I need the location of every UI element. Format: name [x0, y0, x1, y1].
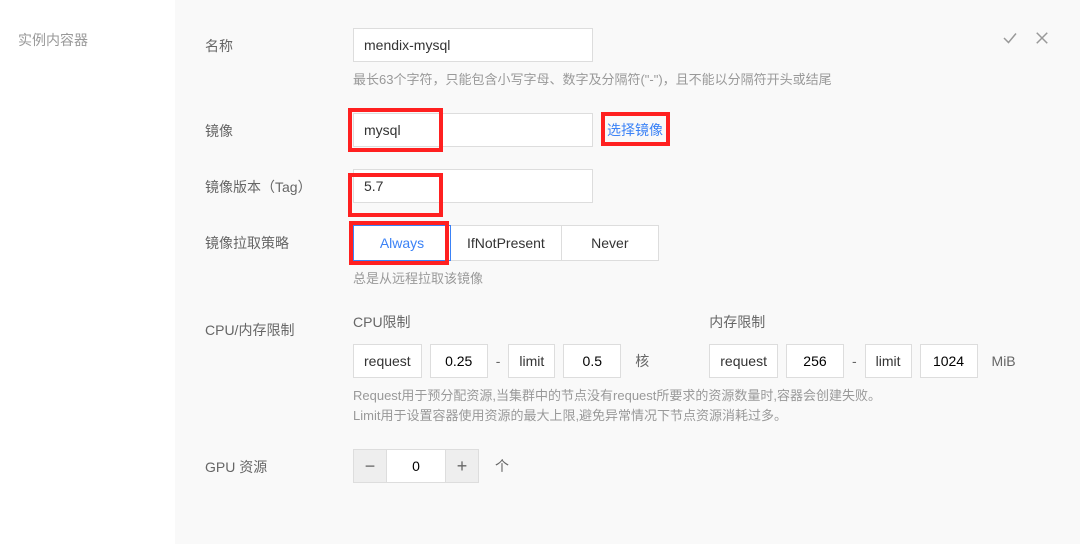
cpu-limit-label: limit — [508, 344, 555, 378]
cpumem-label: CPU/内存限制 — [205, 312, 353, 340]
mem-request-label: request — [709, 344, 778, 378]
image-label: 镜像 — [205, 113, 353, 141]
form-panel: 名称 最长63个字符，只能包含小写字母、数字及分隔符("-")，且不能以分隔符开… — [175, 0, 1080, 544]
cpu-request-input[interactable] — [430, 344, 488, 378]
dash: - — [852, 353, 857, 369]
pull-policy-hint: 总是从远程拉取该镜像 — [353, 269, 1050, 290]
mem-limit-label: limit — [865, 344, 912, 378]
cpu-limit-input[interactable] — [563, 344, 621, 378]
name-hint: 最长63个字符，只能包含小写字母、数字及分隔符("-")，且不能以分隔符开头或结… — [353, 70, 1050, 91]
pull-policy-group: Always IfNotPresent Never — [353, 225, 659, 261]
name-input[interactable] — [353, 28, 593, 62]
pull-policy-label: 镜像拉取策略 — [205, 225, 353, 253]
name-label: 名称 — [205, 28, 353, 56]
cpu-title: CPU限制 — [353, 312, 649, 332]
cpu-unit: 核 — [635, 351, 649, 371]
gpu-value-input[interactable] — [387, 449, 445, 483]
cpumem-hint: Request用于预分配资源,当集群中的节点没有request所要求的资源数量时… — [353, 386, 1050, 428]
side-section-label: 实例内容器 — [18, 30, 175, 50]
gpu-stepper: − + — [353, 449, 479, 483]
confirm-icon[interactable] — [1000, 28, 1020, 48]
gpu-label: GPU 资源 — [205, 449, 353, 477]
mem-request-input[interactable] — [786, 344, 844, 378]
dash: - — [496, 353, 501, 369]
pull-policy-always[interactable]: Always — [353, 225, 451, 261]
gpu-unit: 个 — [495, 456, 509, 476]
close-icon[interactable] — [1032, 28, 1052, 48]
image-input[interactable] — [353, 113, 593, 147]
pull-policy-never[interactable]: Never — [561, 225, 659, 261]
gpu-increment-button[interactable]: + — [445, 449, 479, 483]
select-image-link[interactable]: 选择镜像 — [607, 122, 663, 138]
mem-unit: MiB — [992, 353, 1016, 369]
tag-input[interactable] — [353, 169, 593, 203]
mem-limit-input[interactable] — [920, 344, 978, 378]
cpu-request-label: request — [353, 344, 422, 378]
mem-title: 内存限制 — [709, 312, 1015, 332]
tag-label: 镜像版本（Tag） — [205, 169, 353, 197]
gpu-decrement-button[interactable]: − — [353, 449, 387, 483]
pull-policy-ifnotpresent[interactable]: IfNotPresent — [450, 225, 562, 261]
